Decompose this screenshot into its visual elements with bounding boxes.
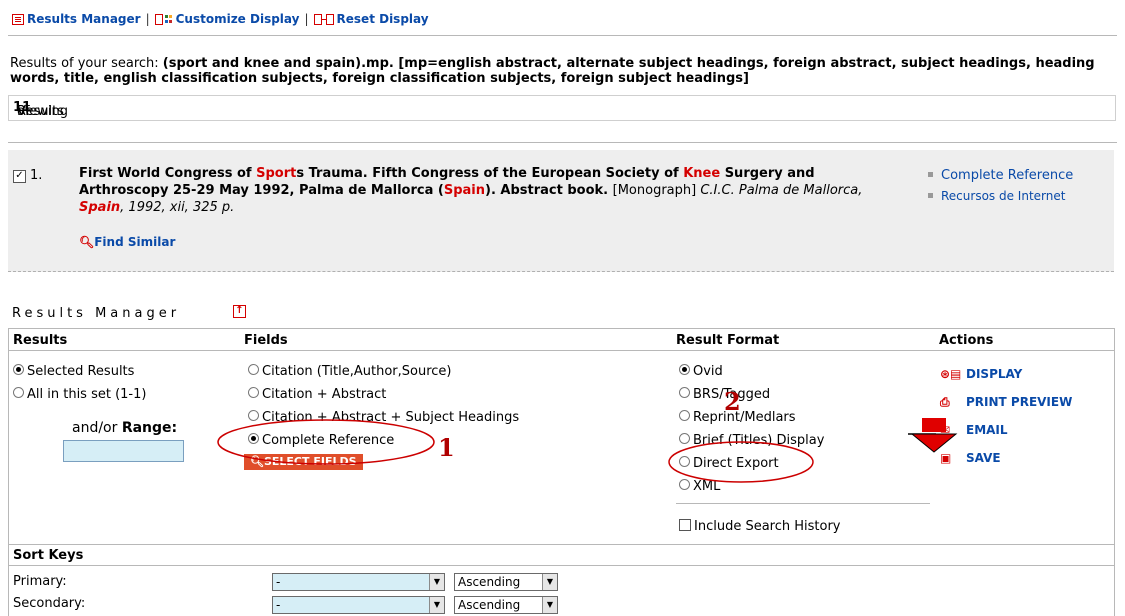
annotation-circle-1 <box>217 419 435 465</box>
red-arrow-icon <box>908 418 958 453</box>
annotation-circle-2 <box>668 441 814 483</box>
annotation-2: 2 <box>724 387 741 416</box>
annotation-overlay <box>217 418 958 483</box>
annotation-1: 1 <box>438 433 455 462</box>
